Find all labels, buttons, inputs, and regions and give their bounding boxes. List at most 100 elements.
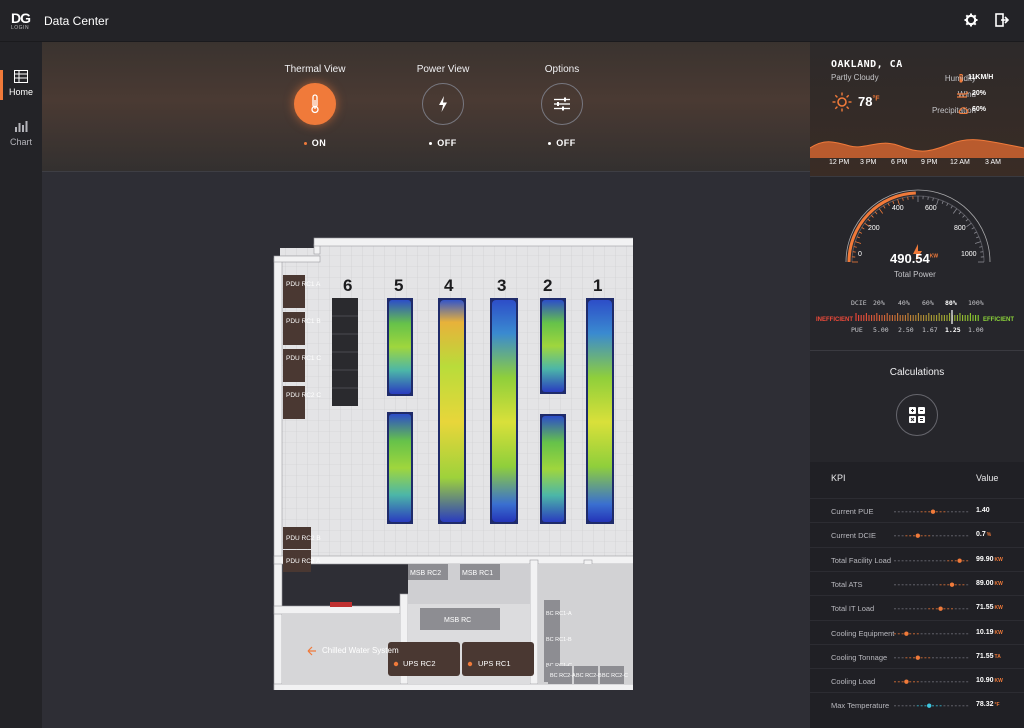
- gauge-tick: [973, 231, 977, 234]
- gauge-tick: [958, 211, 962, 215]
- kpi-sparkline-dot: [932, 705, 934, 707]
- kpi-sparkline-dot: [897, 608, 900, 610]
- kpi-sparkline-dot: [951, 559, 953, 561]
- kpi-sparkline-dot: [913, 632, 915, 634]
- rack-row-1[interactable]: [586, 298, 614, 524]
- kpi-sparkline-dot: [924, 535, 927, 537]
- kpi-sparkline-dot: [954, 608, 957, 610]
- logout-icon[interactable]: [995, 13, 1011, 29]
- kpi-row[interactable]: Total IT Load 71.55KW: [810, 595, 1024, 619]
- kpi-row[interactable]: Total Facility Load 99.90KW: [810, 546, 1024, 571]
- kpi-sparkline-dot: [924, 705, 927, 707]
- gauge-tick: [853, 246, 857, 248]
- sidebar-item-chart[interactable]: Chart: [0, 110, 42, 158]
- svg-text:UPS RC1: UPS RC1: [478, 659, 511, 668]
- kpi-sparkline-dot: [905, 608, 908, 610]
- kpi-row-value: 99.90KW: [976, 555, 1003, 563]
- kpi-sparkline-dot: [966, 583, 969, 586]
- kpi-sparkline-dot: [897, 656, 900, 659]
- kpi-sparkline-dot: [951, 656, 953, 659]
- kpi-sparkline-dot: [920, 583, 923, 586]
- kpi-sparkline-dot: [924, 511, 927, 513]
- kpi-sparkline-dot: [932, 559, 934, 561]
- total-power-label: Total Power: [894, 270, 936, 279]
- kpi-sparkline-dot: [897, 559, 900, 561]
- kpi-row[interactable]: Cooling Tonnage 71.55TA: [810, 643, 1024, 668]
- kpi-sparkline-marker: [915, 533, 920, 539]
- gauge-tick-label: 1000: [961, 251, 977, 258]
- kpi-sparkline-dot: [962, 681, 965, 683]
- kpi-row[interactable]: Cooling Equipment 10.19KW: [810, 619, 1024, 644]
- thermometer-icon[interactable]: [294, 83, 336, 125]
- kpi-sparkline-dot: [920, 608, 923, 610]
- kpi-row-value: 10.19KW: [976, 628, 1003, 636]
- thermal-view-toggle[interactable]: Thermal View ON: [265, 64, 365, 148]
- app-title: Data Center: [44, 14, 109, 28]
- kpi-sparkline-dot: [932, 681, 934, 683]
- sidebar-item-label: Home: [8, 87, 33, 97]
- rack-number-6: 6: [343, 276, 352, 295]
- rack-row-3[interactable]: [490, 298, 518, 524]
- gauge-tick-label: 0: [858, 251, 862, 258]
- rack-row-6[interactable]: [332, 298, 358, 406]
- ups-rc1[interactable]: UPS RC1: [462, 642, 534, 676]
- kpi-row[interactable]: Max Temperature 78.32°F: [810, 692, 1024, 716]
- kpi-row-value: 10.90KW: [976, 677, 1003, 685]
- kpi-sparkline-dot: [966, 705, 969, 707]
- power-view-label: Power View: [416, 64, 470, 75]
- kpi-sparkline-dot: [932, 656, 934, 659]
- lightning-icon[interactable]: [422, 83, 464, 125]
- msb-rc2[interactable]: MSB RC2: [408, 564, 448, 580]
- msb-rc[interactable]: MSB RC: [420, 608, 500, 630]
- kpi-sparkline-dot: [958, 535, 961, 537]
- kpi-sparkline-dot: [894, 535, 896, 537]
- gear-icon[interactable]: [964, 13, 980, 29]
- rack-number-5: 5: [394, 276, 403, 295]
- kpi-sparkline-dot: [932, 535, 934, 537]
- sidebar-item-home[interactable]: Home: [0, 60, 42, 108]
- gauge-tick: [979, 246, 983, 248]
- kpi-sparkline-dot: [905, 559, 908, 561]
- kpi-row-value: 0.7%: [976, 531, 992, 539]
- rack-row-4[interactable]: [438, 298, 466, 524]
- kpi-sparkline-dot: [901, 681, 904, 683]
- kpi-sparkline-dot: [954, 511, 957, 513]
- ups-rc2[interactable]: UPS RC2: [388, 642, 460, 676]
- kpi-row[interactable]: Current DCIE 0.7%: [810, 522, 1024, 546]
- kpi-sparkline-dot: [905, 656, 908, 659]
- sliders-icon[interactable]: [541, 83, 583, 125]
- kpi-sparkline-dot: [943, 632, 946, 634]
- kpi-sparkline-dot: [924, 559, 927, 561]
- kpi-sparkline-dot: [966, 608, 969, 610]
- options-toggle[interactable]: Options OFF: [512, 64, 612, 148]
- kpi-sparkline-dot: [951, 511, 953, 513]
- power-view-toggle[interactable]: Power View OFF: [393, 64, 493, 148]
- gauge-tick: [952, 208, 958, 214]
- gauge-tick: [932, 197, 934, 201]
- cloud-icon: [958, 107, 969, 115]
- kpi-sparkline-dot: [939, 632, 942, 634]
- gauge-tick-label: 800: [954, 225, 966, 232]
- chilled-water-label[interactable]: Chilled Water System: [307, 646, 399, 656]
- rack-number-3: 3: [497, 276, 506, 295]
- kpi-row[interactable]: Total ATS 89.00KW: [810, 570, 1024, 595]
- kpi-row[interactable]: Current PUE 1.40: [810, 498, 1024, 522]
- kpi-sparkline-dot: [954, 681, 957, 683]
- kpi-row-value: 1.40: [976, 507, 990, 514]
- kpi-sparkline-dot: [909, 583, 912, 586]
- kpi-sparkline-dot: [894, 559, 896, 561]
- calculator-button[interactable]: [896, 394, 938, 436]
- kpi-sparkline-dot: [943, 681, 946, 683]
- kpi-sparkline-dot: [947, 632, 950, 634]
- gauge-tick: [867, 218, 871, 222]
- rack-number-1: 1: [593, 276, 602, 295]
- kpi-sparkline-dot: [905, 705, 908, 707]
- kpi-sparkline-dot: [901, 656, 904, 659]
- kpi-sparkline-marker: [930, 509, 936, 514]
- kpi-row[interactable]: Cooling Load 10.90KW: [810, 668, 1024, 692]
- svg-text:BC RC2-C: BC RC2-C: [602, 673, 628, 679]
- msb-rc1[interactable]: MSB RC1: [460, 564, 500, 580]
- gauge-tick-label: 200: [868, 225, 880, 232]
- sun-icon: [832, 92, 852, 112]
- logo[interactable]: DG LOGIN: [11, 11, 33, 33]
